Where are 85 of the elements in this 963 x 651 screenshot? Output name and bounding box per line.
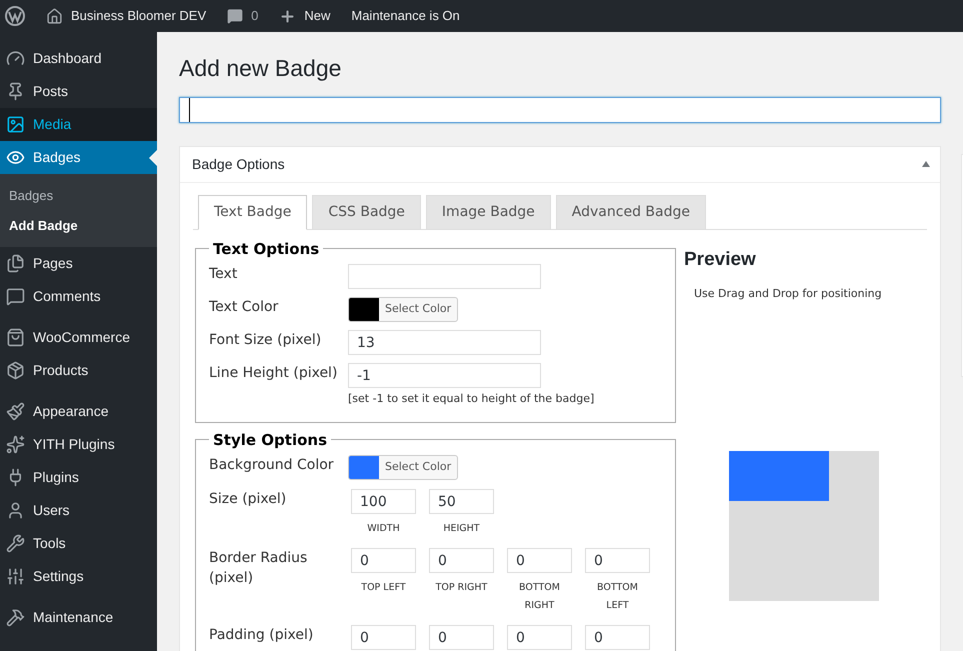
toggle-triangle-icon[interactable] (922, 161, 930, 167)
home-icon (46, 8, 63, 24)
page-title: Add new Badge (179, 54, 342, 83)
preview-title: Preview (684, 248, 757, 272)
comments-link[interactable]: 0 (227, 6, 258, 26)
input-field[interactable]: 0 (585, 548, 650, 573)
sidebar-item[interactable]: Dashboard (0, 42, 157, 75)
pin-icon (6, 82, 25, 101)
input-field[interactable]: 0 (507, 548, 572, 573)
field-caption: BOTTOM RIGHT (518, 581, 561, 613)
sidebar-item[interactable]: Pages (0, 247, 157, 280)
sidebar-item[interactable]: Plugins (0, 461, 157, 494)
hammer-icon (6, 608, 25, 627)
input-field[interactable]: 0 (585, 625, 650, 650)
input-field[interactable]: 0 (351, 548, 416, 573)
sidebar-item[interactable]: YITH Plugins (0, 428, 157, 461)
field-label: Border Radius (pixel) (209, 549, 308, 588)
input-field[interactable] (348, 264, 541, 289)
current-pointer-icon (149, 150, 157, 166)
sidebar-item[interactable]: Tools (0, 527, 157, 560)
field-caption: TOP RIGHT (436, 581, 488, 595)
image-icon (6, 115, 25, 134)
input-field[interactable]: -1 (348, 363, 541, 388)
sidebar-item[interactable]: Comments (0, 280, 157, 313)
button-label: Select Color (384, 301, 452, 318)
field-label: Text Color (209, 298, 280, 317)
speech-bubble-icon (227, 8, 244, 24)
submenu-item[interactable]: Badges (0, 181, 157, 210)
site-link[interactable]: Business Bloomer DEV (46, 6, 206, 26)
wrench-icon (6, 534, 25, 553)
sliders-icon (6, 567, 25, 586)
field-label: Text (209, 265, 238, 284)
paintbrush-icon (6, 402, 25, 421)
field-caption: TOP LEFT (361, 581, 406, 595)
tab[interactable]: CSS Badge (312, 194, 421, 230)
postbox-title: Badge Options (192, 154, 285, 174)
field-label: Font Size (pixel) (209, 331, 322, 350)
plus-icon (279, 8, 296, 24)
box-icon (6, 361, 25, 380)
submenu-item[interactable]: Add Badge (0, 210, 157, 240)
fieldset-legend: Text Options (209, 238, 324, 260)
tab[interactable]: Advanced Badge (556, 194, 706, 230)
input-field[interactable]: 0 (429, 625, 494, 650)
text-cursor (189, 98, 190, 122)
sidebar-item[interactable]: Users (0, 494, 157, 527)
field-label: Line Height (pixel) (209, 364, 338, 383)
input-field[interactable]: 100 (351, 489, 416, 514)
sidebar-item[interactable]: WooCommerce (0, 321, 157, 354)
title-input-field[interactable] (179, 96, 941, 122)
field-caption: HEIGHT (443, 522, 480, 536)
input-field[interactable]: 0 (351, 625, 416, 650)
bag-icon (6, 328, 25, 347)
sidebar-item[interactable]: Media (0, 108, 157, 141)
preview-note: Use Drag and Drop for positioning (693, 286, 883, 302)
speech-bubble-icon (6, 287, 25, 306)
pages-icon (6, 254, 25, 273)
eye-icon (6, 148, 25, 167)
sidebar-item[interactable]: Badges (0, 141, 157, 174)
gauge-icon (6, 49, 25, 68)
color-picker-button[interactable]: Select Color (348, 297, 458, 322)
field-label: Size (pixel) (209, 490, 288, 509)
input-field[interactable]: 50 (429, 489, 494, 514)
sidebar-item[interactable]: Appearance (0, 395, 157, 428)
tab[interactable]: Text Badge (198, 194, 308, 230)
color-picker-button[interactable]: Select Color (348, 455, 458, 480)
fieldset-legend: Style Options (209, 428, 332, 451)
wordpress-logo-icon[interactable] (5, 6, 25, 26)
input-field[interactable]: 0 (429, 548, 494, 573)
person-icon (6, 501, 25, 520)
sidebar-item[interactable]: Settings (0, 560, 157, 593)
maintenance-link[interactable]: Maintenance is On (351, 6, 460, 26)
field-caption: WIDTH (367, 522, 400, 536)
button-label: Select Color (384, 459, 452, 476)
sidebar-item[interactable]: Products (0, 354, 157, 387)
input-field[interactable]: 13 (348, 330, 541, 355)
new-link[interactable]: New (279, 6, 330, 26)
field-caption: BOTTOM LEFT (596, 581, 639, 613)
field-label: Background Color (209, 456, 335, 475)
input-field[interactable]: 0 (507, 625, 572, 650)
sparkles-icon (6, 435, 25, 454)
field-label: Padding (pixel) (209, 626, 314, 645)
tab[interactable]: Image Badge (426, 194, 551, 230)
sidebar-item[interactable]: Maintenance (0, 601, 157, 634)
sidebar-item[interactable]: Posts (0, 75, 157, 108)
field-hint: [set -1 to set it equal to height of the badge] (348, 391, 594, 407)
